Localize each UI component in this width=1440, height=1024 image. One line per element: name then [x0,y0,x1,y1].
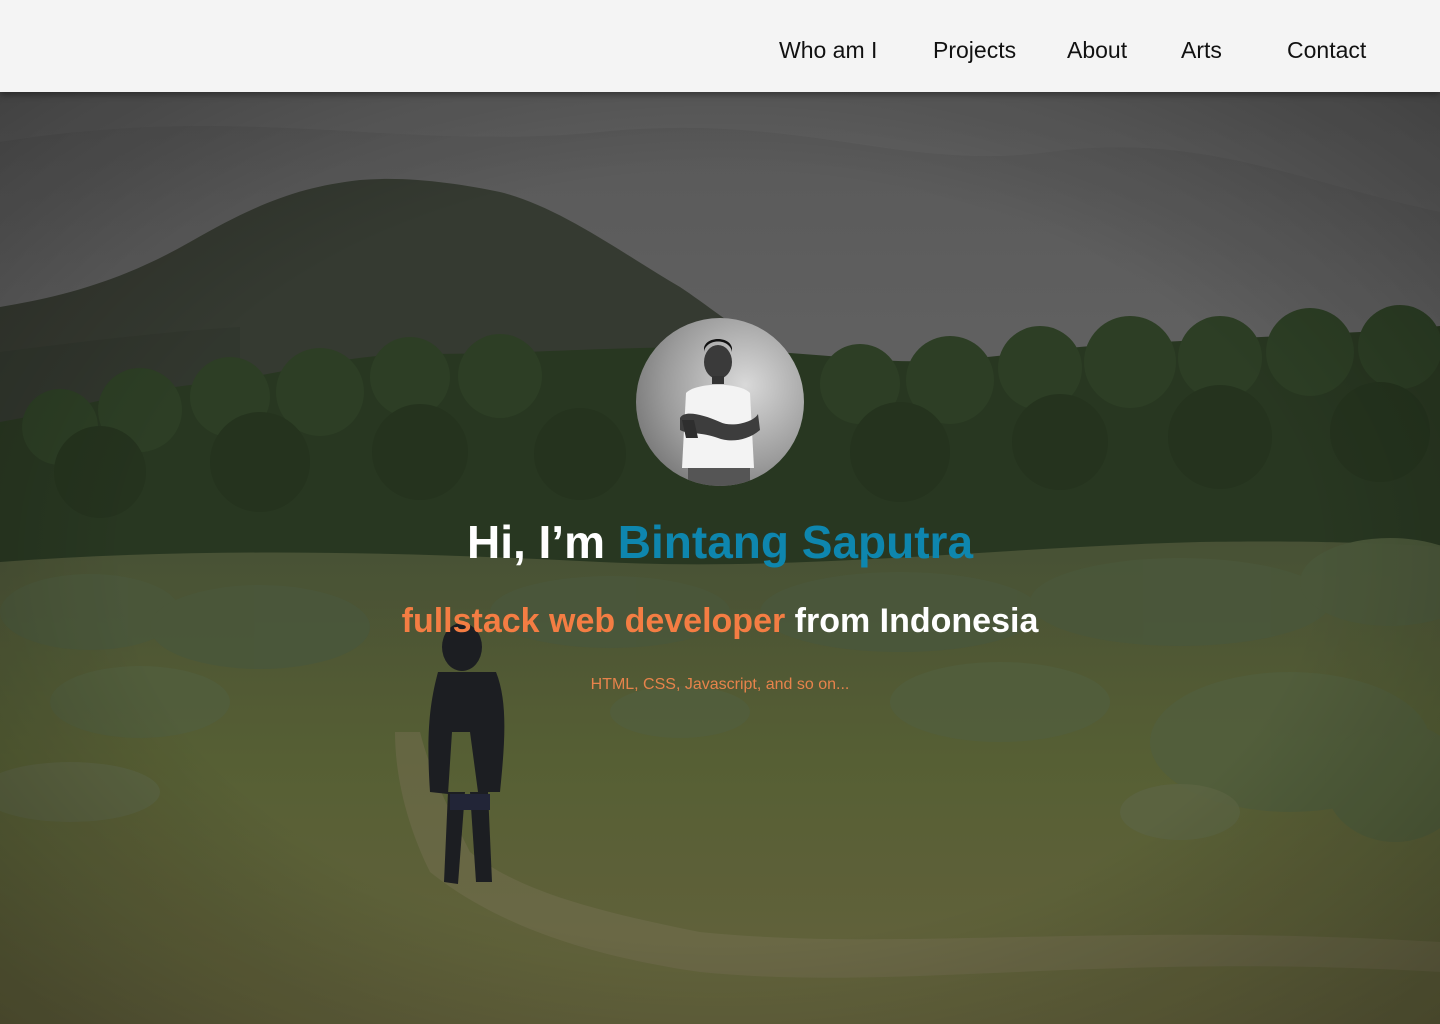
nav-link-about[interactable]: About [1067,34,1127,66]
top-navbar: Who am I Projects About Arts Contact [0,0,1440,92]
nav-link-projects[interactable]: Projects [933,34,1016,66]
greeting-prefix: Hi, I’m [466,516,618,568]
nav-link-contact[interactable]: Contact [1287,34,1366,66]
location-text: from Indonesia [785,602,1039,640]
profile-photo [680,339,760,486]
nav-link-arts[interactable]: Arts [1181,34,1222,66]
hero-section: Hi, I’m Bintang Saputra fullstack web de… [0,92,1440,1024]
role-text: fullstack web developer [401,602,786,640]
nav-link-who-am-i[interactable]: Who am I [779,34,877,66]
hero-tagline: fullstack web developer from Indonesia [0,600,1440,642]
skills-text: HTML, CSS, Javascript, and so on... [590,676,850,693]
person-name: Bintang Saputra [617,516,974,568]
hero-greeting: Hi, I’m Bintang Saputra [0,514,1440,570]
page: Who am I Projects About Arts Contact Hi,… [0,0,1440,1024]
profile-avatar [636,318,804,486]
